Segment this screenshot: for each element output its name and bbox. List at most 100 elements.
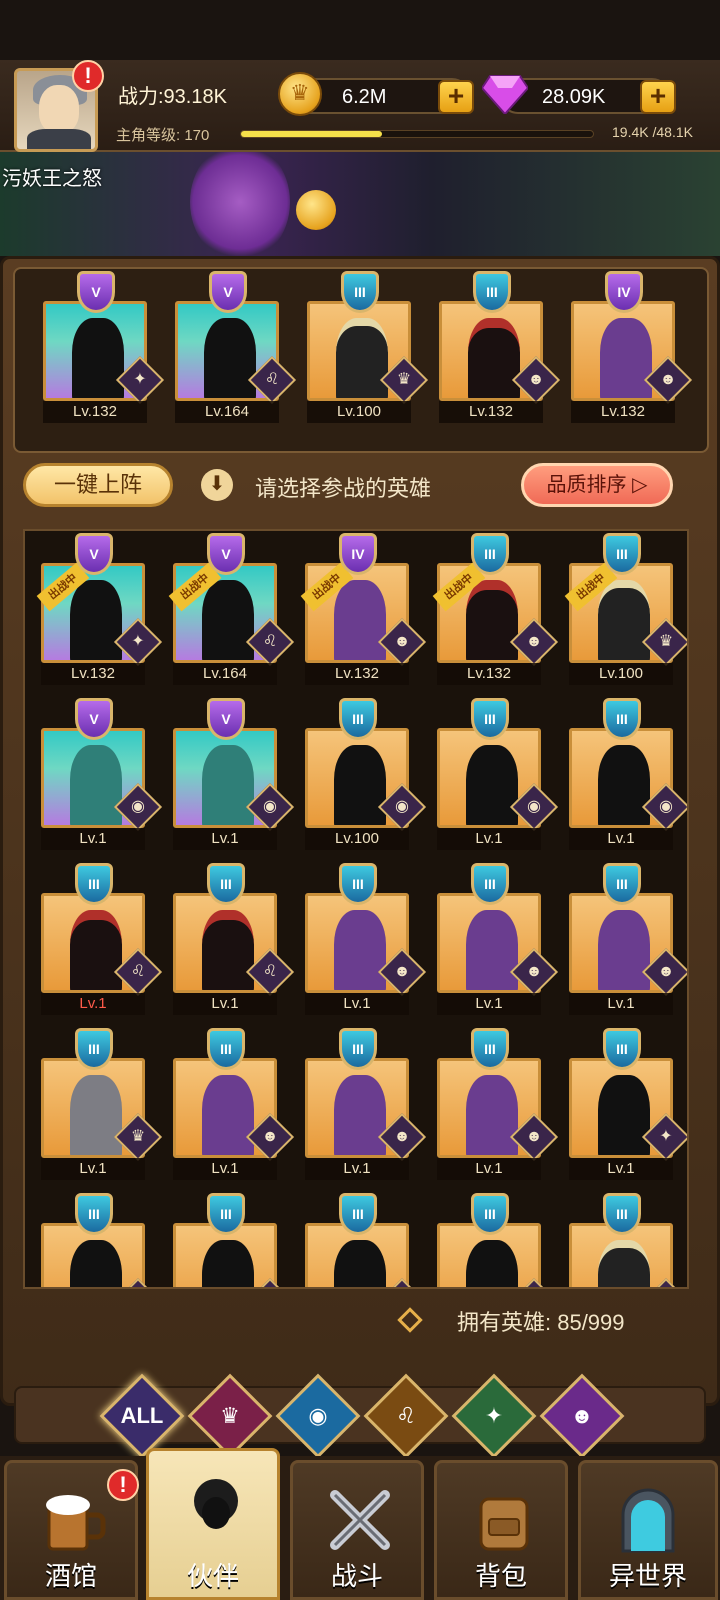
hero-card[interactable]: III ☻ Lv.1 [305, 1028, 427, 1180]
rank-badge: V [209, 271, 247, 313]
hero-level: Lv.132 [437, 663, 541, 685]
hero-card[interactable]: V ◉ Lv.1 [41, 698, 163, 850]
avatar-shirt [27, 129, 91, 149]
filter-all[interactable]: ALL [99, 1373, 185, 1459]
hero-card[interactable]: 出战中 V ♌ Lv.164 [168, 533, 295, 685]
exp-bar-fill [241, 131, 382, 137]
hero-card[interactable]: III ✦ Lv.1 [569, 1028, 687, 1180]
hero-level: Lv.1 [569, 828, 673, 850]
hero-card[interactable]: III ☻ Lv.1 [173, 1028, 295, 1180]
rank-badge: III [339, 698, 377, 740]
hero-figure [70, 1075, 122, 1155]
select-hint: 请选择参战的英雄 [255, 476, 432, 501]
tab-label: 伙伴 [186, 1561, 239, 1591]
hero-figure [598, 580, 650, 660]
hero-figure [202, 1240, 254, 1287]
hero-card[interactable]: III ☻ Lv.1 [437, 863, 559, 1015]
hero-card[interactable]: III ◉ Lv.1 [437, 698, 559, 850]
hero-figure [72, 318, 124, 398]
portal-gate-icon [621, 1488, 675, 1553]
rank-badge: III [75, 863, 113, 905]
battle-scene-background: 污妖王之怒 [0, 152, 720, 256]
hero-figure [598, 910, 650, 990]
filter-lion-icon[interactable]: ♌ [363, 1373, 449, 1459]
portal-decoration [190, 152, 290, 256]
exp-bar [240, 130, 594, 138]
hero-card[interactable]: III☻ [437, 1193, 559, 1287]
avatar-face [39, 85, 79, 133]
hero-figure [468, 318, 520, 398]
hero-card[interactable]: III☻ [569, 1193, 687, 1287]
filter-fish-icon[interactable]: ◉ [275, 1373, 361, 1459]
add-gold-button[interactable]: + [438, 80, 474, 114]
scene-coin-icon[interactable] [296, 190, 336, 230]
auto-deploy-button[interactable]: 一键上阵 [23, 463, 173, 507]
add-gems-button[interactable]: + [640, 80, 676, 114]
rank-badge: IV [605, 271, 643, 313]
rank-badge: III [603, 1028, 641, 1070]
hero-card[interactable]: III ☻ Lv.1 [305, 863, 427, 1015]
tab-other-world[interactable]: 异世界 [578, 1460, 718, 1600]
filter-demon-icon[interactable]: ☻ [539, 1373, 625, 1459]
hero-card[interactable]: III☻ [41, 1193, 163, 1287]
hero-level: Lv.1 [173, 1158, 277, 1180]
filter-elf-icon[interactable]: ✦ [451, 1373, 537, 1459]
hero-card[interactable]: V ✦ Lv.132 [43, 271, 165, 423]
hero-card[interactable]: 出战中 IV ☻ Lv.132 [300, 533, 427, 685]
crossed-swords-icon [330, 1490, 390, 1550]
hero-card[interactable]: V ♌ Lv.164 [175, 271, 297, 423]
hero-card[interactable]: III ☻ Lv.1 [437, 1028, 559, 1180]
hero-figure [466, 910, 518, 990]
hero-card[interactable]: V ◉ Lv.1 [173, 698, 295, 850]
hero-level: Lv.132 [41, 663, 145, 685]
hero-figure [70, 910, 122, 990]
hero-card[interactable]: III☻ [305, 1193, 427, 1287]
rank-badge: V [77, 271, 115, 313]
hero-level: Lv.1 [569, 993, 673, 1015]
gold-value: 6.2M [342, 86, 387, 108]
combat-power: 战力:93.18K [118, 86, 227, 108]
hero-figure [334, 745, 386, 825]
hero-figure [466, 745, 518, 825]
tab-backpack[interactable]: 背包 [434, 1460, 568, 1600]
rank-badge: III [473, 271, 511, 313]
hero-card[interactable]: III☻ [173, 1193, 295, 1287]
gold-coin-icon [278, 72, 322, 116]
rank-badge: III [339, 1028, 377, 1070]
rank-badge: III [471, 863, 509, 905]
hero-card[interactable]: IV ☻ Lv.132 [571, 271, 693, 423]
quality-sort-button[interactable]: 品质排序 ▷ [521, 463, 673, 507]
hero-card[interactable]: III ♌ Lv.1 [173, 863, 295, 1015]
diamond-icon [397, 1307, 423, 1333]
rank-badge: III [603, 698, 641, 740]
partner-avatar-icon [194, 1479, 238, 1529]
hero-card[interactable]: III ☻ Lv.132 [439, 271, 561, 423]
hero-card[interactable]: III ♌ Lv.1 [41, 863, 163, 1015]
hero-card[interactable]: III ☻ Lv.1 [569, 863, 687, 1015]
scene-title: 污妖王之怒 [2, 168, 102, 190]
hero-card[interactable]: III ◉ Lv.1 [569, 698, 687, 850]
tab-label: 战斗 [330, 1561, 383, 1591]
rank-badge: III [75, 1193, 113, 1235]
tab-tavern[interactable]: ! 酒馆 [4, 1460, 139, 1600]
filter-crown-icon[interactable]: ♛ [187, 1373, 273, 1459]
tab-partners[interactable]: 伙伴 [146, 1448, 280, 1600]
hero-figure [334, 1240, 386, 1287]
hero-roster-grid[interactable]: 出战中 V ✦ Lv.132 出战中 V ♌ Lv.164 出战中 IV ☻ Lv.132 出战中 III… [23, 529, 689, 1289]
hero-panel: V ✦ Lv.132 V ♌ Lv.164 III ♛ Lv.100 III ☻ Lv.132 IV ☻ L… [0, 256, 720, 1406]
hero-level: Lv.100 [305, 828, 409, 850]
rank-badge: III [339, 1193, 377, 1235]
hero-card[interactable]: III ♛ Lv.1 [41, 1028, 163, 1180]
player-level-label: 主角等级: 170 [116, 127, 210, 144]
hero-card[interactable]: 出战中 V ✦ Lv.132 [36, 533, 163, 685]
hero-card[interactable]: III ◉ Lv.100 [305, 698, 427, 850]
hero-level: Lv.100 [307, 401, 411, 423]
hero-card[interactable]: 出战中 III ♛ Lv.100 [564, 533, 687, 685]
hero-level: Lv.1 [437, 1158, 541, 1180]
tab-battle[interactable]: 战斗 [290, 1460, 424, 1600]
rank-badge: III [207, 863, 245, 905]
hero-level: Lv.1 [41, 828, 145, 850]
tab-label: 酒馆 [44, 1561, 97, 1591]
hero-card[interactable]: III ♛ Lv.100 [307, 271, 429, 423]
hero-card[interactable]: 出战中 III ☻ Lv.132 [432, 533, 559, 685]
